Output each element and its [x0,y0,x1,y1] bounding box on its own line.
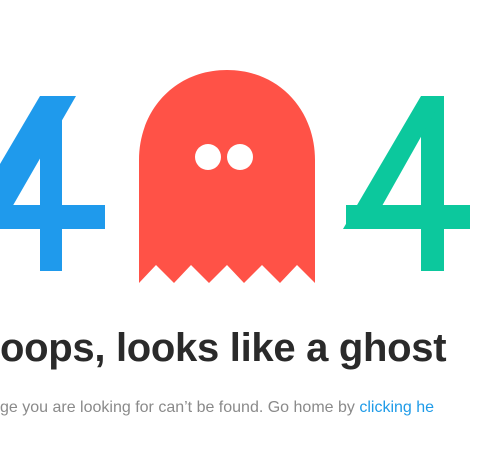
ghost-body [139,70,315,283]
error-headline: oops, looks like a ghost [0,326,447,370]
ghost-eye-right [227,144,253,170]
error-message: ge you are looking for can’t be found. G… [0,398,434,418]
ghost-icon [139,70,315,283]
digit-four-left [0,96,105,271]
ghost-eye-left [195,144,221,170]
error-message-text: ge you are looking for can’t be found. G… [0,399,360,416]
error-graphic [0,0,480,300]
digit-four-right [343,96,470,271]
home-link[interactable]: clicking he [359,399,434,416]
